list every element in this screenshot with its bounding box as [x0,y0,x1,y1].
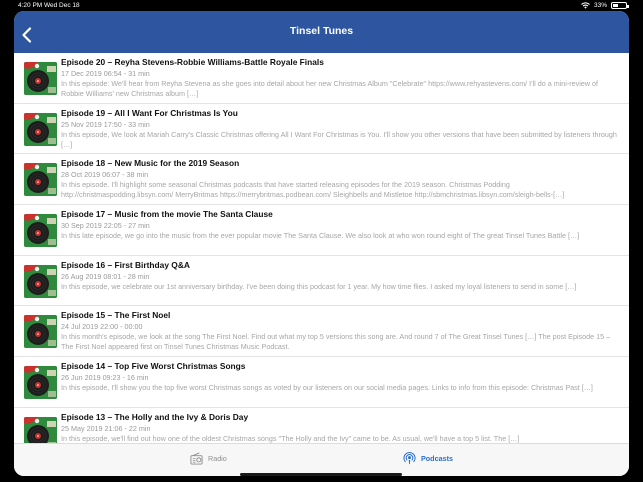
episode-description: In this month's episode, we look at the … [61,332,611,352]
app-window: Tinsel Tunes Episode 20 – Reyha Stevens-… [14,11,629,476]
episode-row[interactable]: Episode 20 – Reyha Stevens-Robbie Willia… [14,53,629,104]
podcast-artwork [24,416,57,443]
tab-radio[interactable]: Radio [190,452,227,465]
episode-title: Episode 15 – The First Noel [61,310,171,321]
episode-row[interactable]: Episode 19 – All I Want For Christmas Is… [14,104,629,155]
episode-description: In this episode. I'll highlight some sea… [61,180,565,200]
episode-row[interactable]: Episode 13 – The Holly and the Ivy & Dor… [14,408,629,443]
tab-bar: Radio Podcasts [14,443,629,476]
podcast-icon [403,452,416,465]
podcast-artwork [24,315,57,349]
wifi-icon [581,2,590,9]
episode-meta: 25 Nov 2019 17:50 - 33 min [61,119,150,129]
battery-icon [611,2,629,9]
episode-meta: 24 Jul 2019 22:00 - 00:00 [61,322,143,332]
episode-meta: 26 Aug 2019 08:01 - 28 min [61,271,150,281]
status-date: Wed Dec 18 [44,2,80,9]
episode-title: Episode 18 – New Music for the 2019 Seas… [61,158,240,169]
podcast-artwork [24,264,57,298]
episode-description: In this episode, we'll find out how one … [61,433,520,443]
episode-description: In this episode, we celebrate our 1st an… [61,281,577,291]
status-right: 33% [581,2,629,9]
episode-title: Episode 14 – Top Five Worst Christmas So… [61,361,246,372]
podcast-artwork [24,366,57,400]
episode-description: In this late episode, we go into the mus… [61,231,580,241]
episode-title: Episode 20 – Reyha Stevens-Robbie Willia… [61,57,324,67]
podcast-artwork [24,62,57,95]
tab-podcasts-label: Podcasts [421,454,453,463]
page-title: Tinsel Tunes [289,25,354,37]
episode-meta: 25 May 2019 21:06 - 22 min [61,423,151,433]
tab-podcasts[interactable]: Podcasts [403,452,453,465]
navbar: Tinsel Tunes [14,11,629,53]
episode-title: Episode 13 – The Holly and the Ivy & Dor… [61,411,249,422]
battery-fill [613,4,618,7]
episode-row[interactable]: Episode 16 – First Birthday Q&A 26 Aug 2… [14,256,629,307]
episode-row[interactable]: Episode 14 – Top Five Worst Christmas So… [14,357,629,408]
episode-description: In this episode, I'll show you the top f… [61,383,593,393]
episode-meta: 26 Jun 2019 09:23 - 16 min [61,373,149,383]
episode-description: In this episode: We'll hear from Reyha S… [61,79,599,98]
home-indicator[interactable] [240,473,402,476]
radio-icon [190,452,203,465]
episode-meta: 30 Sep 2019 22:05 - 27 min [61,221,150,231]
episode-title: Episode 19 – All I Want For Christmas Is… [61,107,238,118]
episode-title: Episode 16 – First Birthday Q&A [61,259,190,270]
podcast-artwork [24,163,57,197]
podcast-artwork [24,112,57,146]
tab-radio-label: Radio [208,454,227,463]
episode-meta: 28 Oct 2019 06:07 - 38 min [61,170,149,180]
episode-row[interactable]: Episode 18 – New Music for the 2019 Seas… [14,154,629,206]
battery-percent: 33% [593,2,607,9]
episode-list[interactable]: Episode 20 – Reyha Stevens-Robbie Willia… [14,53,629,443]
status-time: 4:20 PM [18,2,43,9]
podcast-artwork [24,214,57,248]
episode-row[interactable]: Episode 17 – Music from the movie The Sa… [14,205,629,256]
episode-description: In this episode, We look at Mariah Carry… [61,129,617,149]
episode-title: Episode 17 – Music from the movie The Sa… [61,209,273,220]
episode-meta: 17 Dec 2019 06:54 - 31 min [61,69,150,78]
episode-row[interactable]: Episode 15 – The First Noel 24 Jul 2019 … [14,306,629,358]
